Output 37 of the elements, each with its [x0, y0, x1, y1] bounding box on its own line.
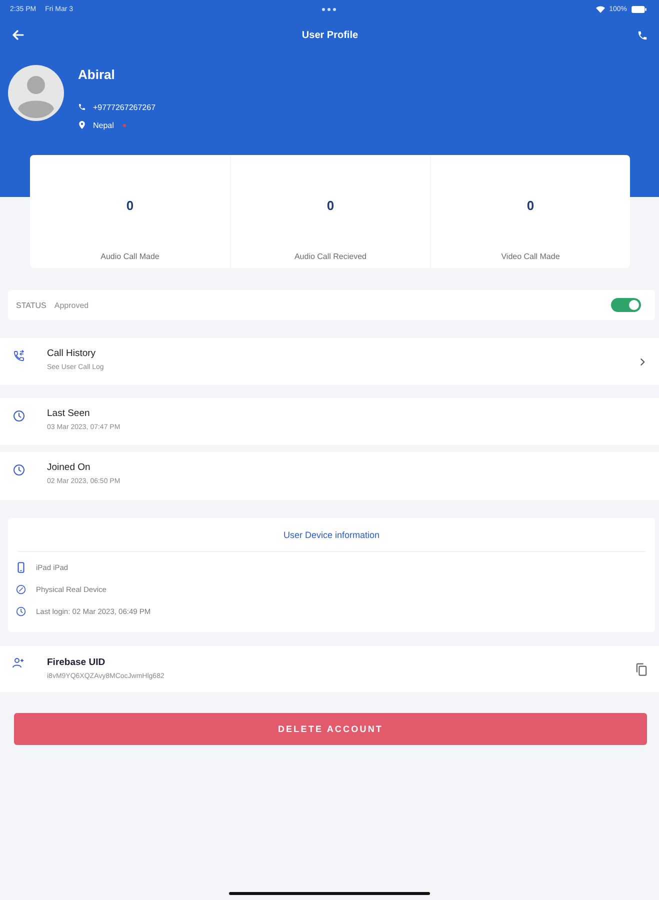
row-title: Call History: [47, 348, 97, 360]
clock-icon: [16, 606, 26, 616]
slash-circle-icon: [16, 584, 26, 594]
stat-label: Video Call Made: [501, 252, 560, 262]
row-title: Joined On: [47, 462, 92, 474]
battery-icon: [631, 6, 647, 12]
status-toggle[interactable]: [611, 298, 641, 312]
stat-label: Audio Call Recieved: [294, 252, 367, 262]
row-title: Last Seen: [47, 408, 91, 420]
avatar-icon: [8, 65, 64, 121]
mobile-phone-icon: [16, 562, 26, 572]
chevron-right-icon: [640, 358, 645, 366]
location-pin-icon: [78, 121, 86, 129]
page-title: User Profile: [302, 30, 358, 40]
status-value: Approved: [54, 300, 89, 310]
phone-icon: [78, 103, 86, 111]
delete-account-button[interactable]: DELETE ACCOUNT: [14, 713, 647, 745]
card-title: User Device information: [283, 529, 380, 541]
user-name: Abiral: [78, 67, 116, 83]
stat-value: 0: [126, 198, 134, 214]
location-text: Nepal: [93, 120, 114, 130]
wifi-icon: [596, 6, 606, 12]
back-arrow-icon[interactable]: [12, 30, 24, 40]
dot-icon: [122, 124, 126, 126]
phone-arrows-icon: [13, 350, 25, 362]
phone-number: +9777267267267: [93, 102, 156, 112]
status-label: STATUS: [16, 300, 46, 310]
clock-icon: [13, 410, 25, 422]
row-title: Firebase UID: [47, 657, 106, 669]
copy-icon[interactable]: [636, 663, 647, 676]
stat-label: Audio Call Made: [100, 252, 160, 262]
user-plus-icon: [12, 657, 24, 669]
stat-value: 0: [326, 198, 334, 214]
clock-icon: [13, 464, 25, 476]
dots-icon: [322, 8, 336, 10]
phone-icon[interactable]: [637, 30, 648, 40]
stat-value: 0: [526, 198, 534, 214]
